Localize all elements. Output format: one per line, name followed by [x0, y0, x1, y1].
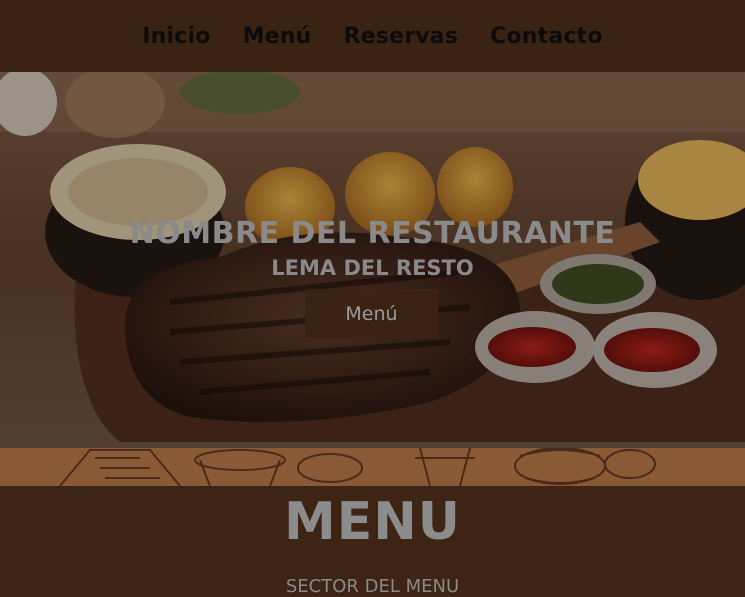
restaurant-slogan: LEMA DEL RESTO — [271, 256, 474, 280]
nav-link-inicio[interactable]: Inicio — [142, 24, 210, 49]
nav-link-menu[interactable]: Menú — [243, 24, 312, 49]
menu-section: MENU SECTOR DEL MENU — [0, 486, 745, 597]
top-navigation: Inicio Menú Reservas Contacto — [0, 0, 745, 72]
nav-list: Inicio Menú Reservas Contacto — [142, 24, 602, 49]
menu-button[interactable]: Menú — [305, 289, 438, 338]
hero-banner: NOMBRE DEL RESTAURANTE LEMA DEL RESTO Me… — [0, 72, 745, 448]
nav-link-contacto[interactable]: Contacto — [490, 24, 603, 49]
restaurant-name: NOMBRE DEL RESTAURANTE — [129, 216, 616, 252]
food-sketch-illustration — [59, 448, 656, 486]
nav-link-reservas[interactable]: Reservas — [344, 24, 459, 49]
menu-heading: MENU — [283, 492, 461, 552]
decorative-sketch-band — [0, 448, 745, 486]
menu-subtitle: SECTOR DEL MENU — [285, 576, 460, 597]
